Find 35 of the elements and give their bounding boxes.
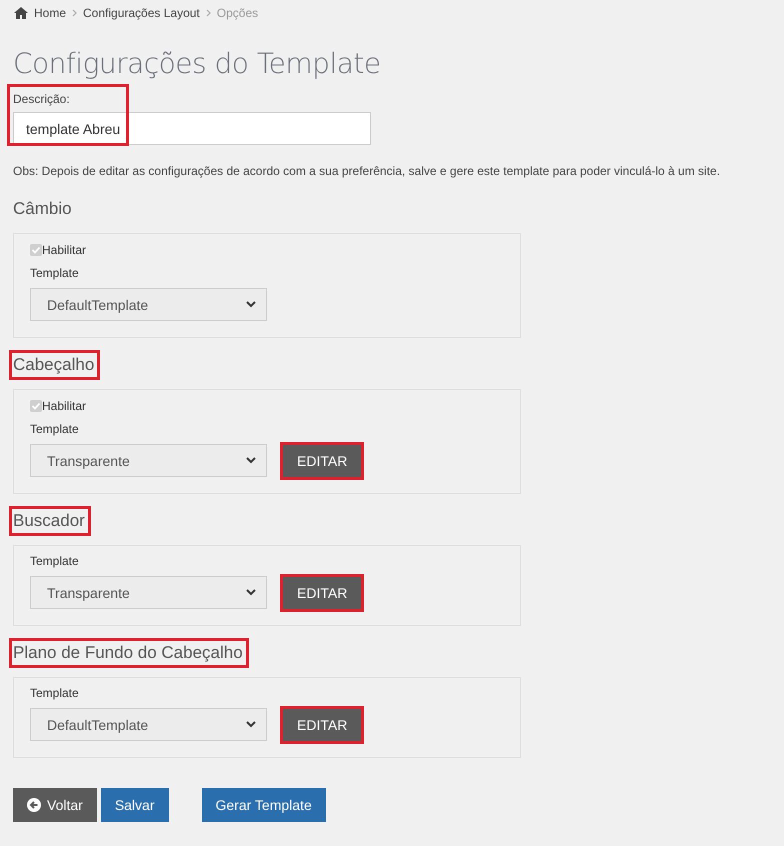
template-select[interactable]: Transparente (30, 576, 267, 609)
note-text: Obs: Depois de editar as configurações de acordo com a sua preferência, salve e gere este template para poder vinculá-lo à um site. (13, 164, 722, 178)
breadcrumb-current: Opções (216, 6, 258, 20)
checkbox-label: Habilitar (42, 399, 86, 413)
chevron-right-icon (206, 9, 211, 17)
field-label: Template (30, 554, 80, 568)
checkbox-label: Habilitar (42, 243, 86, 257)
section-heading: Câmbio (12, 198, 73, 220)
template-select[interactable]: Transparente (30, 444, 267, 477)
caret-down-icon (246, 301, 256, 308)
edit-button[interactable]: EDITAR (283, 576, 362, 608)
arrow-left-icon (27, 798, 41, 812)
chevron-right-icon (72, 9, 78, 17)
home-icon[interactable] (14, 7, 28, 19)
save-button[interactable]: Salvar (100, 788, 168, 822)
breadcrumb-link[interactable]: Configurações Layout (83, 6, 200, 20)
back-button[interactable]: Voltar (13, 788, 97, 822)
edit-button[interactable]: EDITAR (283, 708, 362, 740)
template-select[interactable]: DefaultTemplate (30, 288, 267, 321)
caret-down-icon (246, 457, 256, 464)
description-field[interactable]: template Abreu (13, 112, 371, 145)
template-select[interactable]: DefaultTemplate (30, 708, 267, 741)
field-label: Descrição: (13, 92, 71, 106)
breadcrumb-link[interactable]: Home (34, 6, 66, 20)
section-heading: Plano de Fundo do Cabeçalho (9, 638, 249, 668)
field-label: Template (30, 686, 80, 700)
caret-down-icon (246, 589, 256, 596)
page-title: Configurações do Template (13, 47, 382, 80)
section-heading: Buscador (9, 506, 91, 536)
field-label: Template (30, 422, 80, 436)
caret-down-icon (246, 721, 256, 728)
edit-button[interactable]: EDITAR (283, 444, 362, 476)
section-heading: Cabeçalho (9, 350, 100, 380)
field-label: Template (30, 266, 80, 280)
generate-button[interactable]: Gerar Template (202, 788, 326, 822)
